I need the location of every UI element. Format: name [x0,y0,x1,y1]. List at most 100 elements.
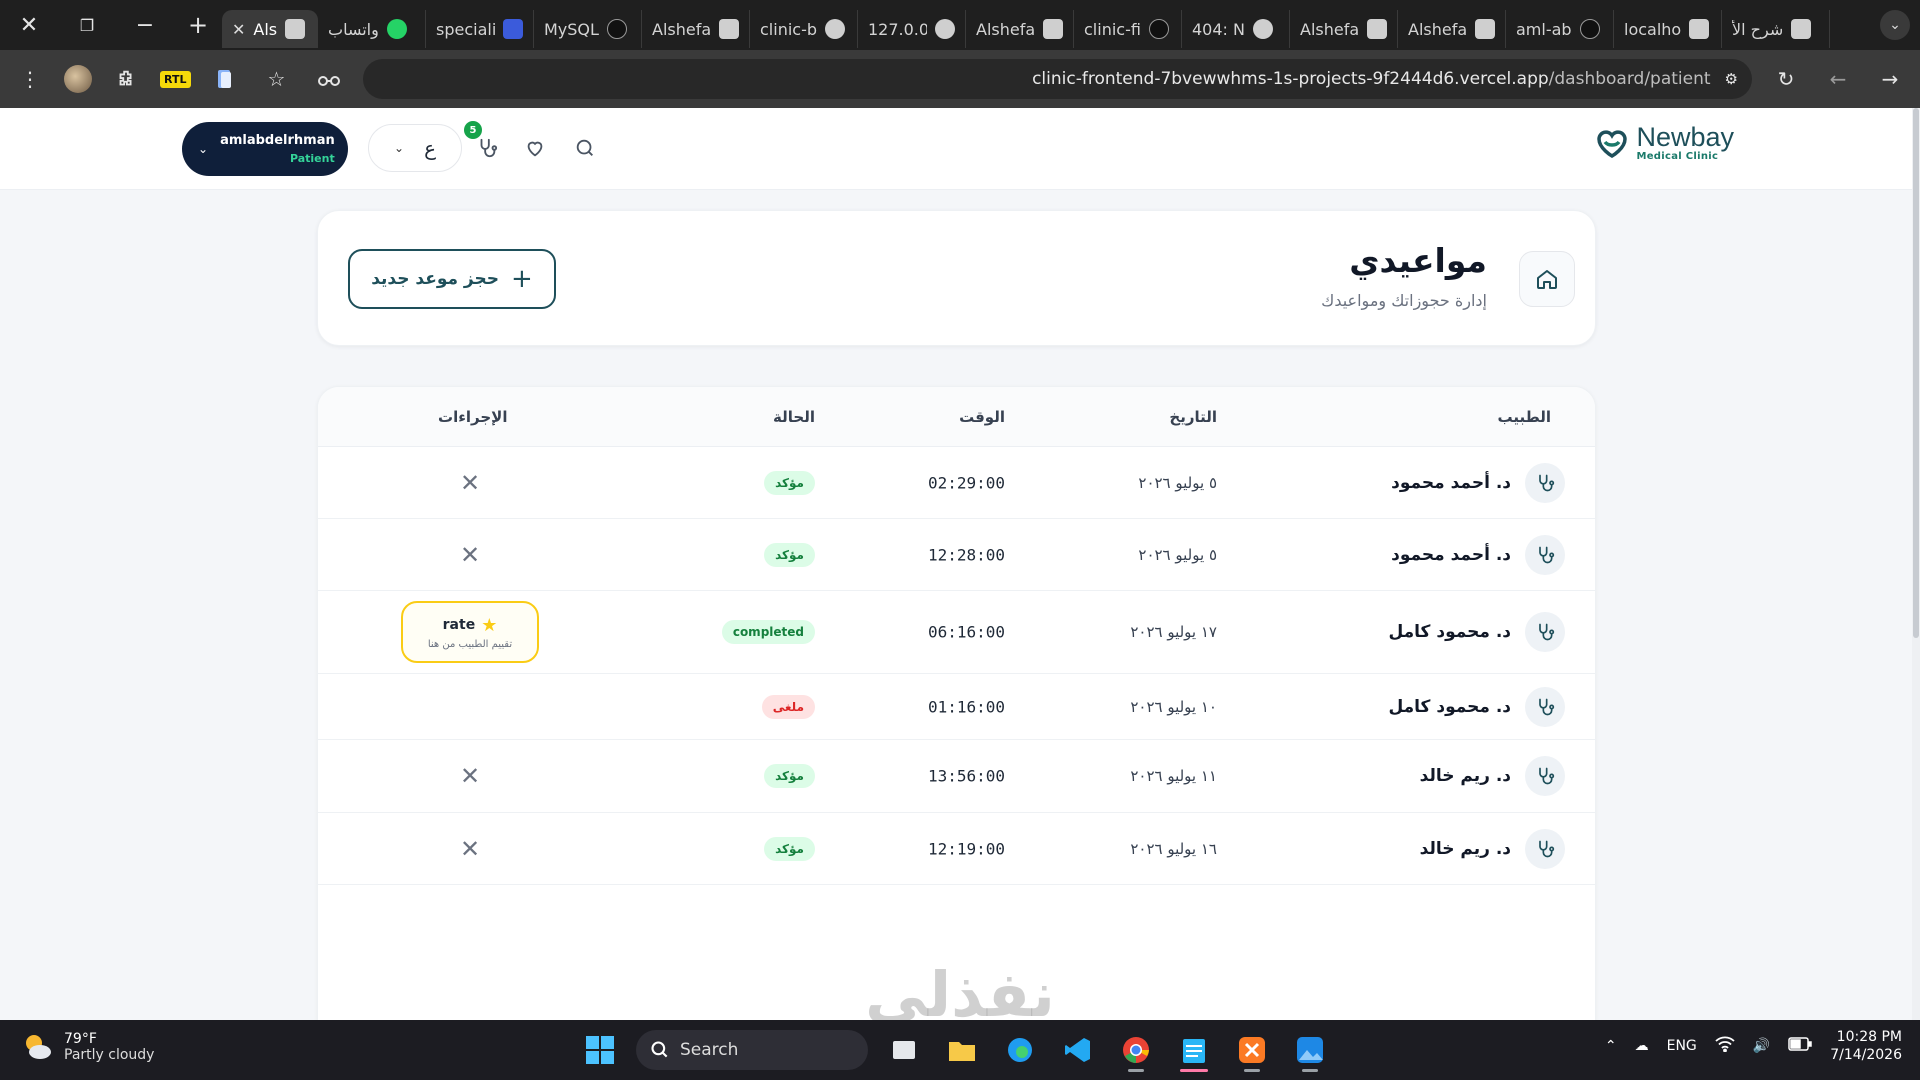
actions-cell: ✕ [400,762,540,790]
tab-search-icon[interactable]: ⌄ [1880,10,1910,40]
browser-tab[interactable]: MySQL [534,10,642,48]
back-arrow-icon[interactable]: ← [1820,61,1856,97]
reading-list-icon[interactable] [207,61,243,97]
gemini-icon [1791,19,1812,39]
brand-logo[interactable]: Newbay Medical Clinic [1594,124,1734,162]
wifi-icon[interactable] [1715,1036,1735,1056]
browser-tab[interactable]: localho [1614,10,1722,48]
system-clock[interactable]: 10:28 PM 7/14/2026 [1830,1028,1902,1064]
tab-title: localho [1624,19,1682,39]
vscode-icon[interactable] [1056,1028,1100,1072]
browser-tab[interactable]: شرح الأ [1722,10,1830,48]
browser-tab[interactable]: واتساب [318,10,426,48]
clock-time: 10:28 PM [1836,1029,1902,1045]
status-badge-cell: مؤكد [764,836,815,861]
page-scrollbar[interactable] [1912,108,1920,1020]
browser-tab[interactable]: aml-ab [1506,10,1614,48]
browser-tab[interactable]: Alshefa [1290,10,1398,48]
appointment-date: ٥ يوليو ٢٠٢٦ [1138,473,1217,492]
input-language[interactable]: ENG [1667,1038,1697,1054]
url-host: clinic-frontend-7bvewwhms-1s-projects-9f… [1032,69,1549,89]
weather-condition: Partly cloudy [64,1047,155,1063]
browser-tab[interactable]: clinic-b [750,10,858,48]
bookmark-star-icon[interactable]: ☆ [259,61,295,97]
browser-tab[interactable]: 127.0.0 [858,10,966,48]
browser-tab[interactable]: speciali [426,10,534,48]
browser-tab[interactable]: 404: N [1182,10,1290,48]
rtl-extension-icon[interactable]: RTL [160,70,191,88]
status-badge: مؤكد [764,836,815,861]
windows-start-icon[interactable] [578,1028,622,1072]
table-row: د. محمود كامل ١٠ يوليو ٢٠٢٦ 01:16:00 ملغى [318,674,1595,740]
cancel-appointment-icon[interactable]: ✕ [460,762,480,790]
address-bar[interactable]: clinic-frontend-7bvewwhms-1s-projects-9f… [362,59,1752,99]
browser-tab[interactable]: Alshefa [966,10,1074,48]
menu-kebab-icon[interactable]: ⋮ [12,61,48,97]
weather-widget[interactable]: 79°F Partly cloudy [20,1030,154,1064]
appointment-time: 01:16:00 [927,697,1005,716]
page-title-card: مواعيدي إدارة حجوزاتك ومواعيدك + حجز موع… [317,210,1596,346]
profile-avatar[interactable] [64,65,92,93]
stethoscope-icon [1525,534,1565,575]
search-icon[interactable] [570,133,600,163]
language-switcher[interactable]: ⌄ ع [368,124,462,172]
cancel-appointment-icon[interactable]: ✕ [460,541,480,569]
tab-strip: ✕ Als واتساب speciali MySQL Alshefa clinic-b 12… [222,0,1870,50]
tab-title: 127.0.0 [868,19,927,39]
onedrive-cloud-icon[interactable]: ☁ [1635,1038,1649,1054]
home-icon[interactable] [1519,251,1575,307]
extensions-icon[interactable] [108,61,144,97]
cancel-appointment-icon[interactable]: ✕ [460,835,480,863]
battery-icon[interactable] [1788,1037,1812,1055]
browser-tab[interactable]: ✕ Als [222,10,318,48]
appointment-time: 12:19:00 [927,839,1005,858]
xampp-icon[interactable] [1230,1028,1274,1072]
forward-arrow-icon[interactable]: → [1872,61,1908,97]
notepad-icon[interactable] [1172,1028,1216,1072]
reload-icon[interactable]: ↻ [1768,61,1804,97]
browser-tab[interactable]: Alshefa [642,10,750,48]
browser-tab[interactable]: Alshefa [1398,10,1506,48]
doctor-cell: د. ريم خالد [1420,756,1565,796]
app-icon [503,19,523,39]
site-settings-icon[interactable]: ⚙ [1725,70,1738,88]
rate-doctor-button[interactable]: rate ★ تقييم الطبيب من هنا [401,601,539,663]
appointment-date: ١٠ يوليو ٢٠٢٦ [1130,697,1217,716]
photos-icon[interactable] [1288,1028,1332,1072]
notifications-stethoscope-icon[interactable]: 5 [464,121,502,163]
browser-tab[interactable]: clinic-fi [1074,10,1182,48]
new-tab-button[interactable]: + [174,0,222,50]
cancel-appointment-icon[interactable]: ✕ [460,469,480,497]
restore-window-icon[interactable]: ❐ [58,0,116,50]
edge-browser-icon[interactable] [998,1028,1042,1072]
file-explorer-icon[interactable] [940,1028,984,1072]
tab-title: Alshefa [1300,19,1359,39]
book-appointment-button[interactable]: + حجز موعد جديد [348,249,556,309]
chrome-icon[interactable] [1114,1028,1158,1072]
task-view-icon[interactable] [882,1028,926,1072]
column-status: الحالة [773,407,815,426]
app-header: ⌄ amlabdelrhman Patient ⌄ ع 5 Newbay Med… [0,108,1920,190]
user-menu[interactable]: ⌄ amlabdelrhman Patient [182,122,348,176]
minimize-window-icon[interactable]: − [116,0,174,50]
tab-title: aml-ab [1516,19,1572,39]
heart-icon[interactable] [520,133,550,163]
status-badge-cell: ملغى [761,694,815,719]
stethoscope-icon [1525,612,1565,652]
taskbar-search[interactable]: Search [636,1030,868,1070]
doctor-name: د. ريم خالد [1419,766,1511,786]
newspaper-icon [285,19,306,39]
user-name: amlabdelrhman [220,133,335,148]
close-window-icon[interactable]: ✕ [0,0,58,50]
chevron-up-icon[interactable]: ⌃ [1605,1038,1617,1054]
doctor-cell: د. أحمد محمود [1391,462,1565,503]
doctor-cell: د. أحمد محمود [1391,534,1565,575]
volume-icon[interactable]: 🔊 [1753,1038,1770,1054]
close-tab-icon[interactable]: ✕ [232,20,245,39]
incognito-icon[interactable] [311,61,347,97]
column-doctor: الطبيب [1497,407,1551,426]
status-badge-cell: مؤكد [764,470,815,495]
scrollbar-thumb[interactable] [1913,108,1919,638]
globe-icon [935,19,955,39]
clock-date: 7/14/2026 [1830,1047,1902,1064]
